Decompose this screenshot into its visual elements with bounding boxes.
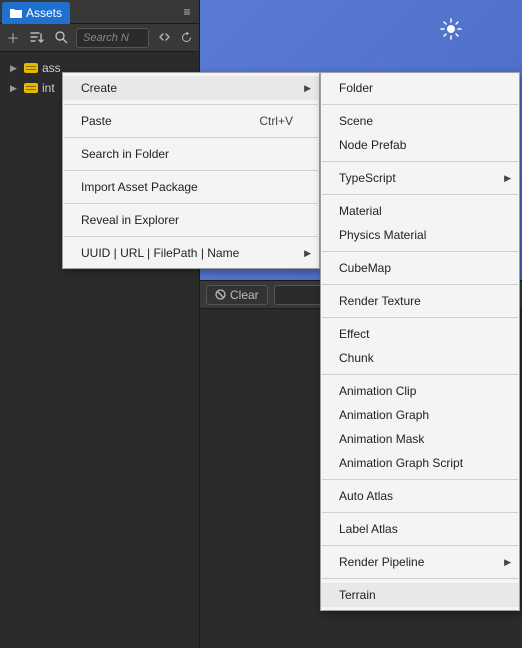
ban-icon	[215, 289, 226, 300]
menu-item[interactable]: Reveal in Explorer	[63, 208, 319, 232]
menu-item[interactable]: Scene	[321, 109, 519, 133]
menu-item-label: Auto Atlas	[339, 489, 393, 503]
search-icon[interactable]	[52, 29, 70, 47]
menu-item[interactable]: Node Prefab	[321, 133, 519, 157]
menu-item[interactable]: Animation Mask	[321, 427, 519, 451]
database-icon	[24, 83, 38, 93]
menu-item-shortcut: Ctrl+V	[259, 114, 293, 128]
menu-item-label: CubeMap	[339, 261, 391, 275]
chevron-right-icon: ▶	[504, 173, 511, 184]
tab-assets[interactable]: Assets	[2, 2, 70, 24]
menu-separator	[64, 203, 318, 204]
menu-separator	[322, 512, 518, 513]
menu-item[interactable]: CubeMap	[321, 256, 519, 280]
create-submenu: Folder Scene Node Prefab TypeScript ▶ Materia…	[320, 72, 520, 611]
menu-item[interactable]: Terrain	[321, 583, 519, 607]
menu-separator	[322, 374, 518, 375]
menu-item-label: Material	[339, 204, 382, 218]
tree-item-label: ass	[42, 61, 61, 75]
menu-item-label: Chunk	[339, 351, 374, 365]
menu-item-label: Paste	[81, 114, 112, 128]
clear-button[interactable]: Clear	[206, 285, 268, 305]
menu-item-label: Folder	[339, 81, 373, 95]
menu-separator	[322, 194, 518, 195]
menu-item-label: Animation Graph	[339, 408, 429, 422]
menu-item-label: Animation Graph Script	[339, 456, 463, 470]
chevron-right-icon: ▶	[10, 83, 20, 94]
menu-item[interactable]: Folder	[321, 76, 519, 100]
chevron-right-icon: ▶	[504, 557, 511, 568]
menu-item[interactable]: Search in Folder	[63, 142, 319, 166]
clear-label: Clear	[230, 288, 259, 302]
menu-item[interactable]: Render Texture	[321, 289, 519, 313]
menu-separator	[64, 137, 318, 138]
menu-item-label: Render Texture	[339, 294, 421, 308]
menu-item-label: Node Prefab	[339, 138, 406, 152]
menu-item-label: Terrain	[339, 588, 376, 602]
menu-separator	[322, 479, 518, 480]
menu-separator	[64, 170, 318, 171]
tab-menu-icon[interactable]: ≡	[175, 0, 199, 23]
menu-item-label: Reveal in Explorer	[81, 213, 179, 227]
menu-item-label: Physics Material	[339, 228, 426, 242]
tree-item-label: int	[42, 81, 55, 95]
chevron-right-icon: ▶	[304, 83, 311, 94]
chevron-right-icon: ▶	[10, 63, 20, 74]
menu-item-label: Render Pipeline	[339, 555, 424, 569]
menu-item[interactable]: Chunk	[321, 346, 519, 370]
tab-bar: Assets ≡	[0, 0, 199, 24]
menu-item[interactable]: Render Pipeline ▶	[321, 550, 519, 574]
tab-label: Assets	[26, 6, 62, 20]
menu-item[interactable]: Auto Atlas	[321, 484, 519, 508]
folder-icon	[10, 8, 22, 18]
menu-separator	[322, 251, 518, 252]
chevron-right-icon: ▶	[304, 248, 311, 259]
menu-item-label: Search in Folder	[81, 147, 169, 161]
menu-separator	[64, 104, 318, 105]
light-gizmo-icon[interactable]	[440, 18, 462, 40]
menu-item-label: Label Atlas	[339, 522, 398, 536]
menu-item[interactable]: Import Asset Package	[63, 175, 319, 199]
menu-item-label: UUID | URL | FilePath | Name	[81, 246, 239, 260]
menu-item[interactable]: Animation Graph	[321, 403, 519, 427]
menu-item[interactable]: UUID | URL | FilePath | Name ▶	[63, 241, 319, 265]
context-menu: Create ▶ Paste Ctrl+V Search in Folder Import…	[62, 72, 320, 269]
menu-item[interactable]: Animation Graph Script	[321, 451, 519, 475]
menu-item[interactable]: Animation Clip	[321, 379, 519, 403]
database-icon	[24, 63, 38, 73]
menu-separator	[322, 284, 518, 285]
menu-item[interactable]: TypeScript ▶	[321, 166, 519, 190]
menu-item[interactable]: Create ▶	[63, 76, 319, 100]
menu-item[interactable]: Effect	[321, 322, 519, 346]
menu-item-label: Animation Mask	[339, 432, 424, 446]
refresh-button[interactable]	[177, 29, 195, 47]
menu-item[interactable]: Paste Ctrl+V	[63, 109, 319, 133]
menu-item[interactable]: Physics Material	[321, 223, 519, 247]
search-input[interactable]: Search N	[76, 28, 149, 48]
menu-item-label: Scene	[339, 114, 373, 128]
menu-item[interactable]: Material	[321, 199, 519, 223]
assets-toolbar: ＋ Search N	[0, 24, 199, 52]
menu-item-label: TypeScript	[339, 171, 396, 185]
menu-separator	[322, 545, 518, 546]
menu-item[interactable]: Label Atlas	[321, 517, 519, 541]
menu-separator	[64, 236, 318, 237]
menu-item-label: Import Asset Package	[81, 180, 198, 194]
menu-item-label: Effect	[339, 327, 369, 341]
menu-item-label: Create	[81, 81, 117, 95]
add-button[interactable]: ＋	[4, 29, 22, 47]
menu-separator	[322, 317, 518, 318]
menu-separator	[322, 104, 518, 105]
menu-separator	[322, 578, 518, 579]
sort-button[interactable]	[28, 29, 46, 47]
menu-item-label: Animation Clip	[339, 384, 416, 398]
menu-separator	[322, 161, 518, 162]
collapse-button[interactable]	[155, 29, 173, 47]
